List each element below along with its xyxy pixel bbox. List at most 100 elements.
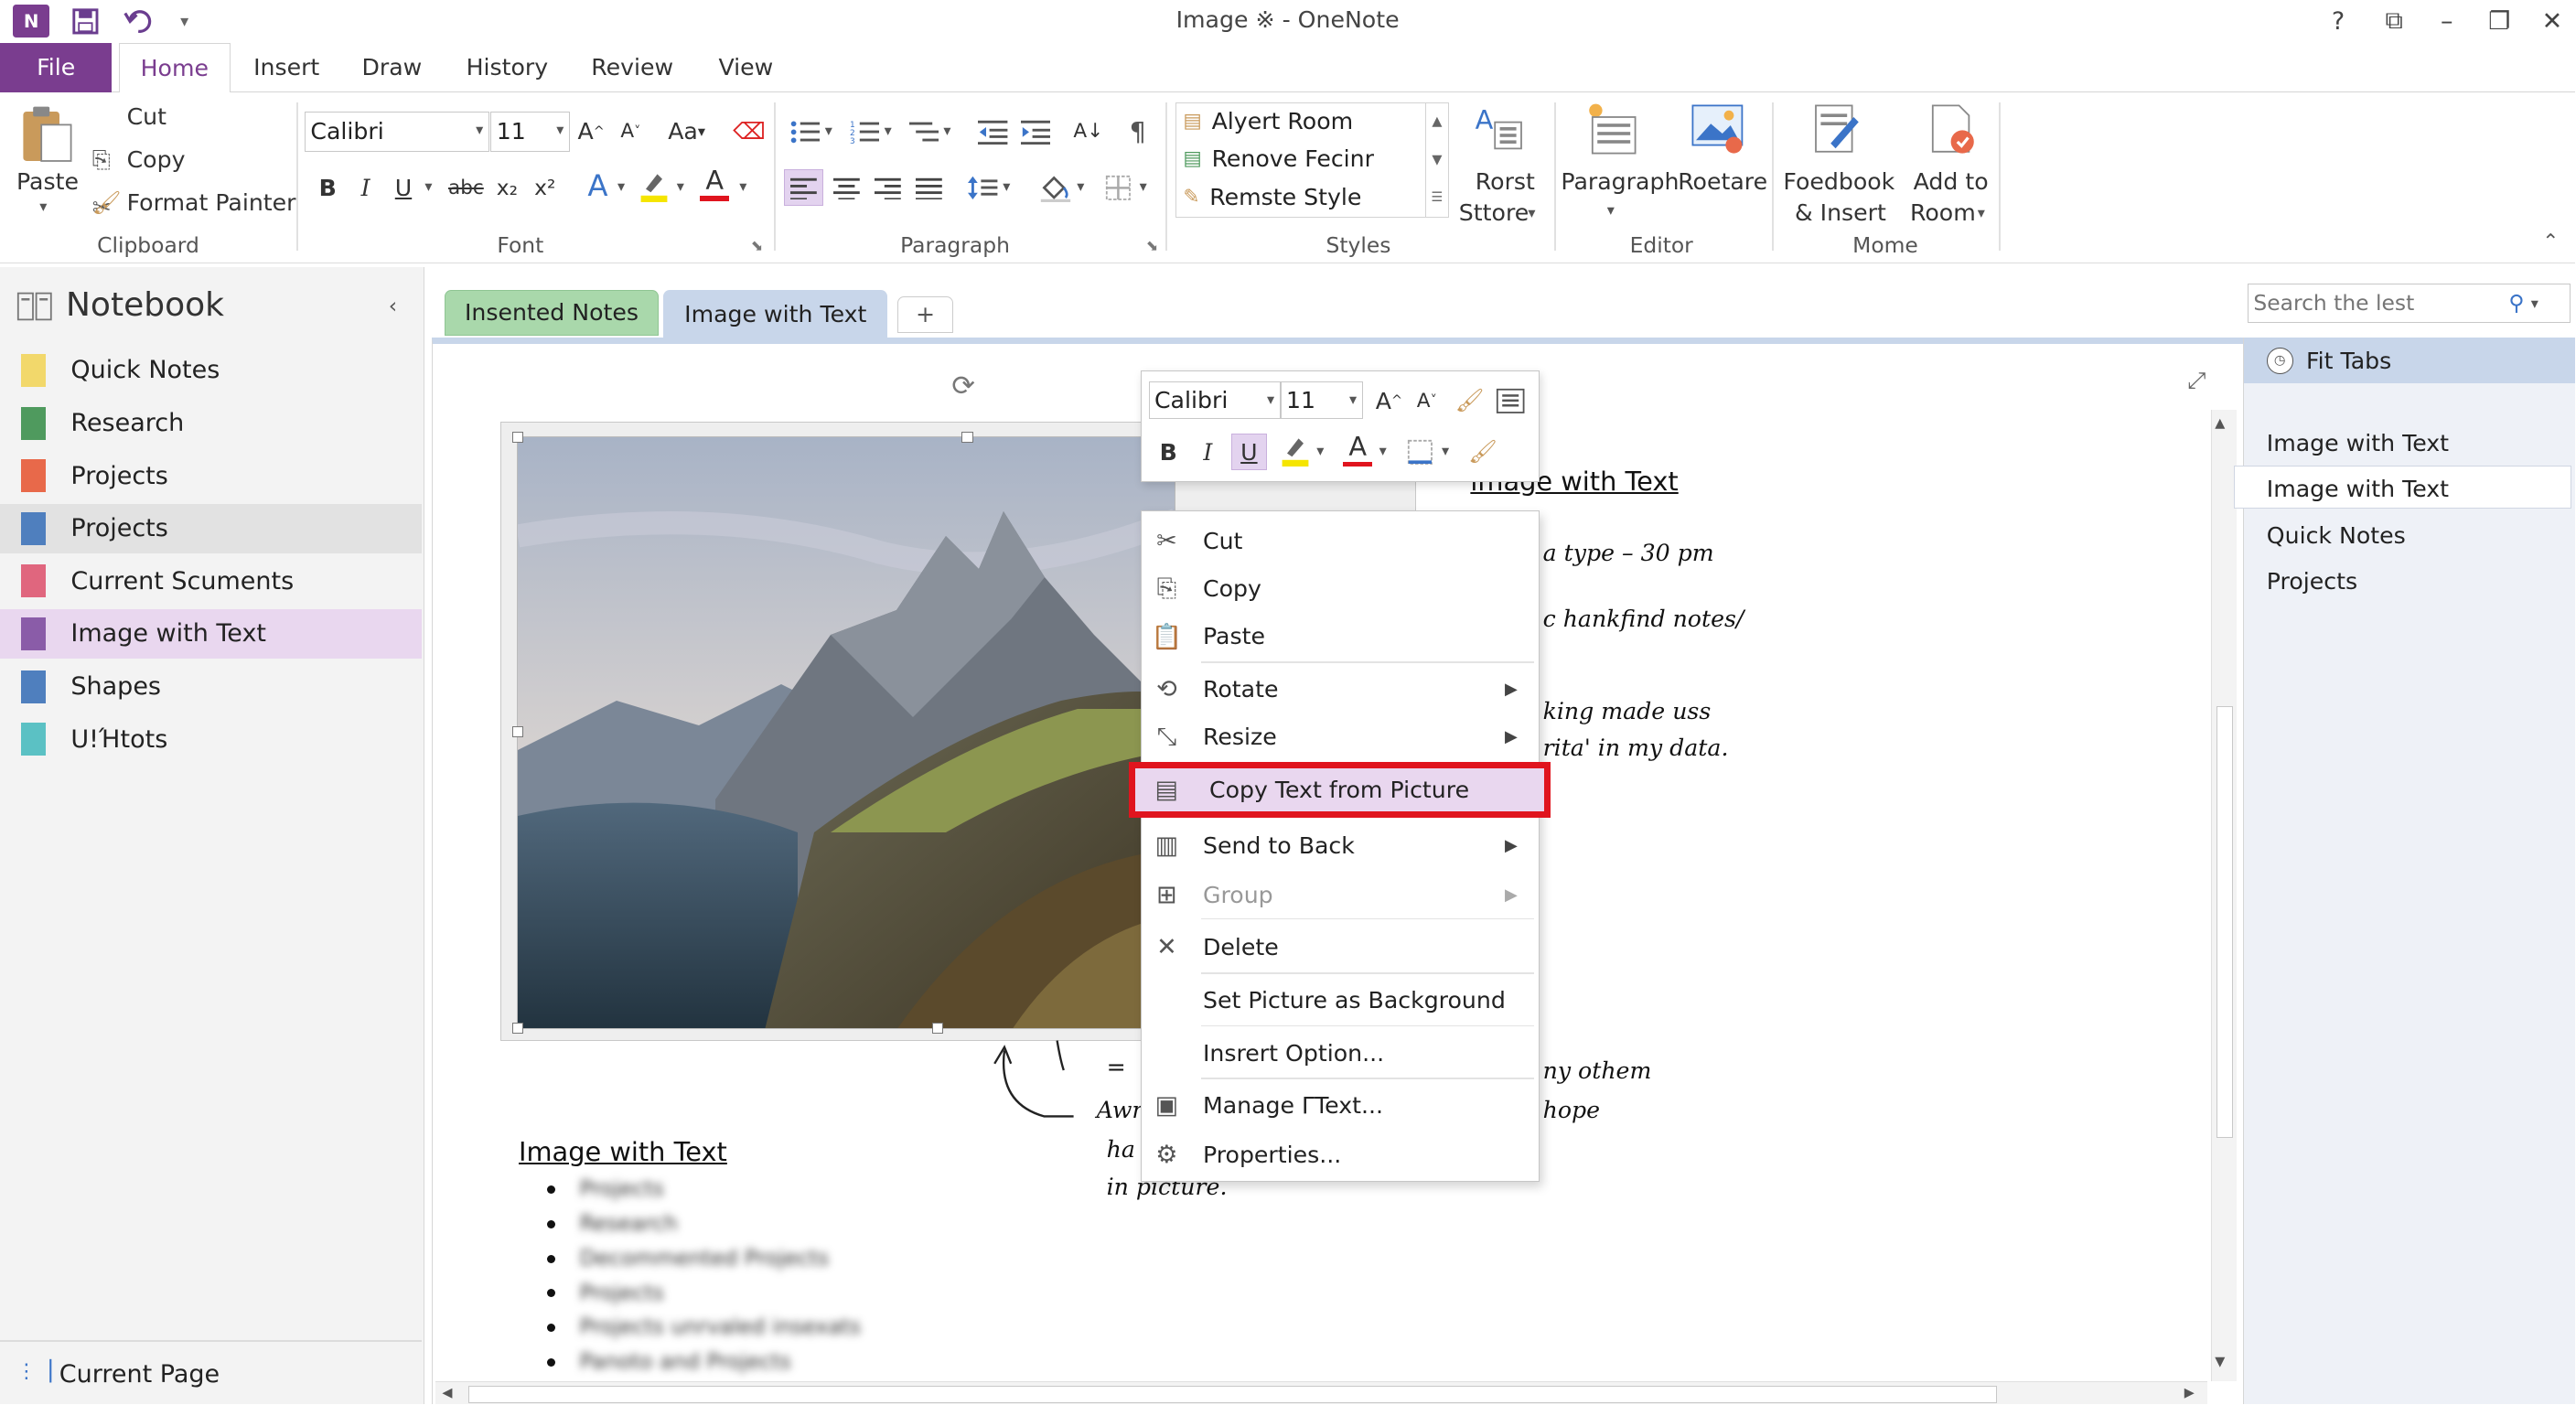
align-center-icon[interactable] xyxy=(828,169,864,206)
tab-history[interactable]: History xyxy=(455,43,560,92)
increase-indent-icon[interactable] xyxy=(1017,113,1054,150)
chevron-down-icon[interactable]: ▾ xyxy=(617,177,625,195)
feedbook-button[interactable]: Foedbook xyxy=(1783,168,1894,195)
section-item[interactable]: Shapes xyxy=(0,662,422,712)
resize-handle[interactable] xyxy=(961,431,973,444)
chevron-down-icon[interactable]: ▾ xyxy=(825,122,832,139)
section-item[interactable]: Research xyxy=(0,399,422,448)
resize-handle[interactable] xyxy=(511,1022,524,1035)
menu-item-group[interactable]: ⊞ Group ▶ xyxy=(1142,872,1537,917)
handwriting-line[interactable]: c hankfind notes/ xyxy=(1543,606,1744,632)
menu-item-delete[interactable]: ✕ Delete xyxy=(1142,925,1537,971)
section-item[interactable]: Quick Notes xyxy=(0,346,422,395)
menu-item-resize[interactable]: ⤡ Resize ▶ xyxy=(1142,713,1537,759)
paste-button[interactable]: Paste xyxy=(16,168,79,195)
font-family-dropdown[interactable]: Calibri ▾ xyxy=(305,112,489,152)
style-item[interactable]: ✎ Remste Style xyxy=(1183,184,1361,210)
mini-format-painter-icon[interactable]: 🖌 xyxy=(1452,383,1488,420)
handwriting-line[interactable]: king made uss xyxy=(1543,698,1712,724)
paragraph-editor-button[interactable]: Paragraph xyxy=(1561,168,1679,195)
chevron-down-icon[interactable]: ▾ xyxy=(1140,177,1147,195)
align-left-button[interactable] xyxy=(783,169,823,206)
chevron-down-icon[interactable]: ▾ xyxy=(1003,177,1010,195)
font-size-dropdown[interactable]: 11 ▾ xyxy=(490,112,570,152)
rotate-handle-icon[interactable]: ⟳ xyxy=(951,370,975,402)
tab-image-with-text[interactable]: Image with Text xyxy=(663,289,888,339)
menu-item-rotate[interactable]: ⟲ Rotate ▶ xyxy=(1142,666,1537,712)
scroll-left-icon[interactable]: ◀ xyxy=(442,1386,452,1400)
strikethrough-button[interactable]: abc xyxy=(445,169,488,206)
bold-button[interactable]: B xyxy=(309,169,346,206)
tab-review[interactable]: Review xyxy=(580,43,685,92)
mini-borders-icon[interactable] xyxy=(1402,434,1439,470)
maximize-button[interactable]: ❐ xyxy=(2476,4,2522,40)
chevron-down-icon[interactable]: ▼ xyxy=(1432,153,1442,167)
sttore-button[interactable]: Sttore xyxy=(1459,199,1529,226)
underline-dropdown-icon[interactable]: ▾ xyxy=(424,177,432,195)
scroll-right-icon[interactable]: ▶ xyxy=(2184,1386,2195,1400)
subscript-button[interactable]: x₂ xyxy=(489,169,526,206)
align-right-icon[interactable] xyxy=(869,169,906,206)
add-to-room-button[interactable]: Add to xyxy=(1914,168,1989,195)
ribbon-display-icon[interactable]: ⧉ xyxy=(2371,4,2417,40)
cut-button[interactable]: Cut xyxy=(127,103,166,130)
mini-font-dropdown[interactable]: Calibri ▾ xyxy=(1148,381,1281,420)
multilevel-list-icon[interactable] xyxy=(906,113,942,150)
help-button[interactable]: ? xyxy=(2315,4,2361,40)
chevron-down-icon[interactable]: ▾ xyxy=(2531,295,2538,312)
page-item[interactable]: Image with Text xyxy=(2267,476,2449,502)
tab-home[interactable]: Home xyxy=(118,42,231,94)
rorst-sttore-icon[interactable]: A xyxy=(1469,99,1529,155)
search-box[interactable]: ⚲ ▾ xyxy=(2248,283,2571,323)
section-item[interactable]: Image with Text xyxy=(0,608,422,659)
chevron-down-icon[interactable]: ▾ xyxy=(1442,442,1449,459)
paragraph-editor-icon[interactable] xyxy=(1581,99,1643,158)
add-page-tab-button[interactable]: + xyxy=(897,296,954,333)
feedbook-icon[interactable] xyxy=(1805,99,1867,158)
copy-button[interactable]: Copy xyxy=(127,146,186,173)
handwriting-line[interactable]: ny othem xyxy=(1543,1057,1652,1084)
text-effects-icon[interactable]: A xyxy=(580,168,617,205)
list-item[interactable]: Research xyxy=(580,1210,678,1236)
scrollbar-thumb[interactable] xyxy=(468,1385,1997,1404)
section-item[interactable]: U!Ήtots xyxy=(0,714,422,764)
paste-dropdown-icon[interactable]: ▾ xyxy=(39,198,47,215)
style-item[interactable]: ▤ Renove Fecinr xyxy=(1183,145,1374,172)
fit-tabs-header[interactable]: ◷ Fit Tabs xyxy=(2243,338,2576,384)
mini-underline-button[interactable]: U xyxy=(1230,434,1268,470)
handwriting-line[interactable]: hope xyxy=(1543,1097,1600,1123)
tab-view[interactable]: View xyxy=(704,43,787,92)
rorst-button[interactable]: Rorst xyxy=(1476,168,1535,195)
justify-icon[interactable] xyxy=(910,169,947,206)
handwriting-line[interactable]: Awr xyxy=(1097,1097,1143,1123)
superscript-button[interactable]: x² xyxy=(527,169,564,206)
paragraph-dialog-launcher-icon[interactable]: ⬊ xyxy=(1146,237,1159,254)
styles-scroll[interactable]: ▲ ▼ ☰ xyxy=(1425,102,1449,218)
font-dialog-launcher-icon[interactable]: ⬊ xyxy=(751,237,764,254)
font-color-icon[interactable]: A xyxy=(696,165,733,201)
italic-button[interactable]: I xyxy=(348,169,384,206)
menu-item-paste[interactable]: 📋 Paste xyxy=(1142,614,1537,660)
line-spacing-icon[interactable] xyxy=(965,169,1002,206)
mini-shrink-font-icon[interactable]: A ˅ xyxy=(1409,383,1445,420)
format-painter-button[interactable]: Format Painter xyxy=(127,189,296,216)
clear-formatting-icon[interactable]: ⌫ xyxy=(731,113,767,150)
mini-italic-button[interactable]: I xyxy=(1190,434,1227,470)
resize-handle[interactable] xyxy=(511,431,524,444)
collapse-nav-icon[interactable]: ‹ xyxy=(389,293,397,318)
roetare-icon[interactable] xyxy=(1686,99,1748,158)
resize-handle[interactable] xyxy=(931,1022,944,1035)
chevron-down-icon[interactable]: ▾ xyxy=(1528,204,1535,221)
menu-item-copy-text-from-picture[interactable]: ▤ Copy Text from Picture xyxy=(1129,761,1551,818)
collapse-ribbon-icon[interactable]: ⌃ xyxy=(2542,231,2559,253)
scroll-down-icon[interactable]: ▼ xyxy=(2215,1355,2225,1369)
minimize-button[interactable]: – xyxy=(2424,4,2470,40)
menu-item-manage-text[interactable]: ▣ Manage ΓText... xyxy=(1142,1083,1537,1129)
chevron-down-icon[interactable]: ▾ xyxy=(1316,442,1324,459)
section-item[interactable]: Projects xyxy=(0,451,422,500)
menu-item-cut[interactable]: ✂ Cut xyxy=(1142,518,1537,563)
horizontal-scrollbar[interactable]: ◀ ▶ xyxy=(435,1381,2207,1405)
change-case-button[interactable]: Aa ▾ xyxy=(659,113,714,150)
page-item[interactable]: Projects xyxy=(2267,568,2357,595)
mini-font-color-icon[interactable]: A xyxy=(1339,431,1376,467)
